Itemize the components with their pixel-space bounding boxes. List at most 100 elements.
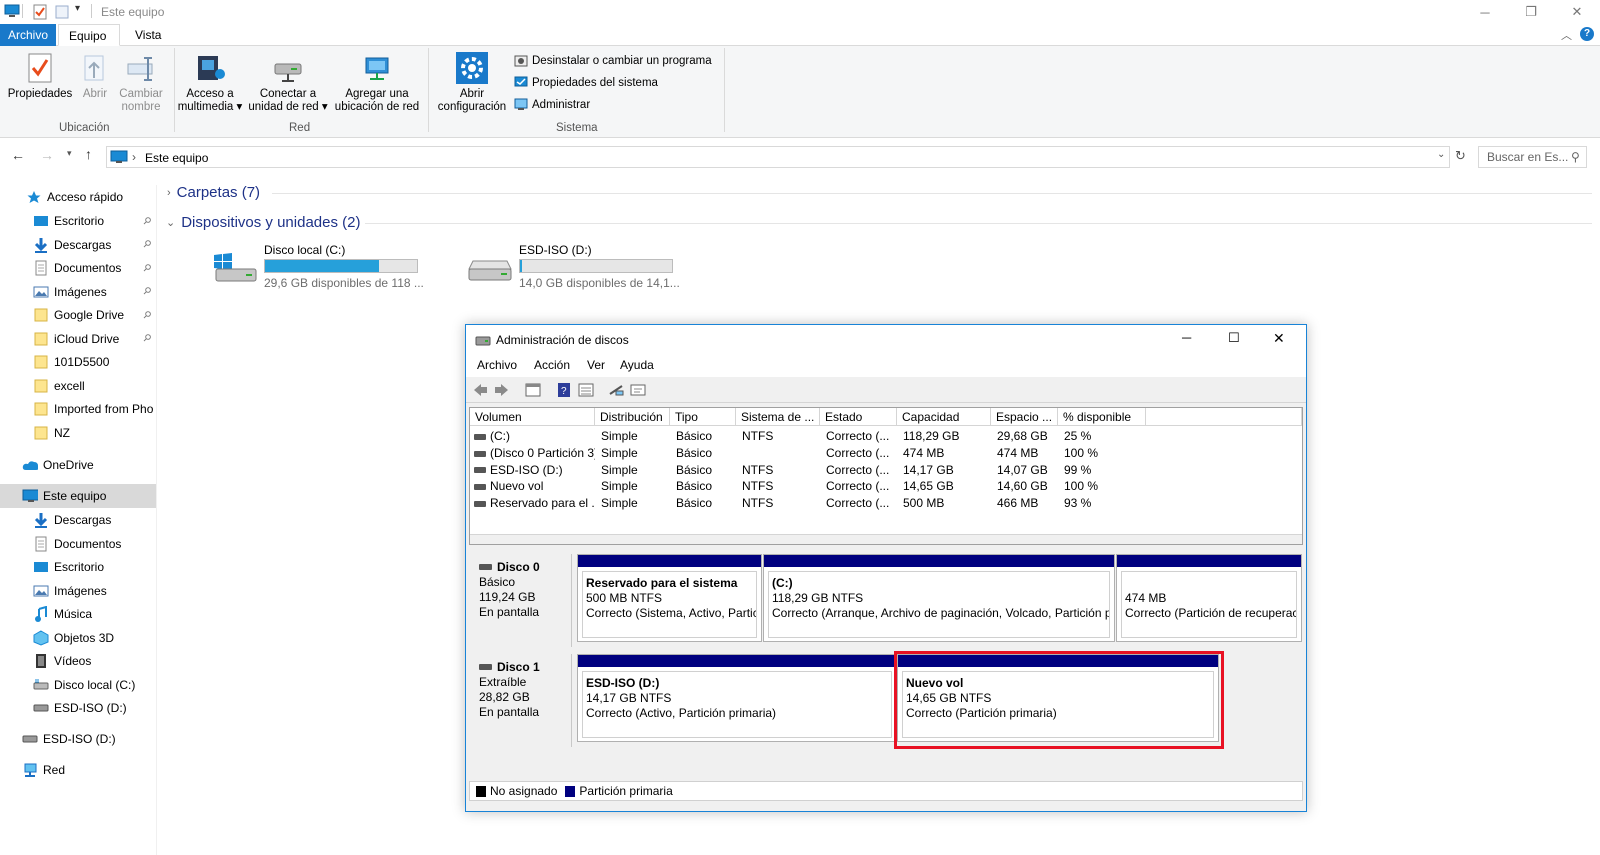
sidebar-item-descargas[interactable]: Descargas ⚲: [0, 233, 156, 257]
sidebar-item-onedrive[interactable]: OneDrive: [0, 453, 156, 477]
back-arrow-icon[interactable]: ←: [11, 147, 25, 163]
sidebar-item-google-drive[interactable]: Google Drive ⚲: [0, 303, 156, 327]
cambiar-nombre-button[interactable]: Cambiar nombre: [116, 52, 166, 114]
disk-0-header[interactable]: Disco 0 Básico 119,24 GB En pantalla: [474, 554, 572, 647]
pin-icon[interactable]: ⚲: [140, 332, 153, 345]
recent-locations-icon[interactable]: ▾: [67, 148, 72, 159]
administrar-button[interactable]: Administrar: [514, 96, 590, 114]
table-row[interactable]: (Disco 0 Partición 3) Simple Básico Correct…: [470, 445, 1302, 462]
close-button[interactable]: ✕: [1554, 0, 1600, 24]
sidebar-item-pc-documentos[interactable]: Documentos: [0, 532, 156, 556]
sidebar-item-pc-objetos-3d[interactable]: Objetos 3D: [0, 626, 156, 650]
breadcrumb-chevron-icon[interactable]: ›: [132, 150, 136, 164]
properties-list-icon[interactable]: [578, 382, 594, 398]
partition-reservado[interactable]: Reservado para el sistema 500 MB NTFS Co…: [577, 554, 762, 642]
menu-accion[interactable]: Acción: [534, 358, 570, 372]
column-header[interactable]: Tipo: [670, 408, 736, 426]
disk-management-window[interactable]: Administración de discos ─ ☐ ✕ Archivo A…: [465, 324, 1307, 812]
address-box[interactable]: › Este equipo ⌄: [106, 146, 1450, 168]
sidebar-item-pc-disco-local-c[interactable]: Disco local (C:): [0, 673, 156, 697]
search-input[interactable]: Buscar en Es... ⚲: [1478, 146, 1587, 168]
table-row[interactable]: ESD-ISO (D:) Simple Básico NTFS Correcto (..…: [470, 462, 1302, 479]
sidebar-item-documentos[interactable]: Documentos ⚲: [0, 256, 156, 280]
sidebar-item-esd-iso[interactable]: ESD-ISO (D:): [0, 727, 156, 751]
disk-1-header[interactable]: Disco 1 Extraíble 28,82 GB En pantalla: [474, 654, 572, 747]
agregar-ubicacion-red-button[interactable]: Agregar una ubicación de red: [332, 52, 422, 114]
pin-icon[interactable]: ⚲: [140, 309, 153, 322]
properties-quick-icon[interactable]: [33, 4, 47, 20]
sidebar-item-imagenes[interactable]: Imágenes ⚲: [0, 280, 156, 304]
propiedades-button[interactable]: Propiedades: [6, 52, 74, 101]
abrir-configuracion-button[interactable]: Abrir configuración: [434, 52, 510, 114]
column-header[interactable]: Espacio ...: [991, 408, 1058, 426]
sidebar-item-este-equipo[interactable]: Este equipo: [0, 484, 156, 508]
propiedades-sistema-button[interactable]: Propiedades del sistema: [514, 74, 658, 92]
address-dropdown-icon[interactable]: ⌄: [1437, 149, 1445, 160]
partition-c[interactable]: (C:) 118,29 GB NTFS Correcto (Arranque, …: [763, 554, 1115, 642]
breadcrumb-este-equipo[interactable]: Este equipo: [145, 151, 208, 165]
conectar-unidad-red-button[interactable]: Conectar a unidad de red ▾: [246, 52, 330, 114]
sidebar-item-pc-descargas[interactable]: Descargas: [0, 508, 156, 532]
column-header[interactable]: Volumen: [470, 408, 595, 426]
sidebar-item-excell[interactable]: excell: [0, 374, 156, 398]
minimize-button[interactable]: ─: [1462, 0, 1508, 24]
view-icon[interactable]: [630, 382, 646, 398]
tab-archivo[interactable]: Archivo: [0, 24, 56, 46]
devices-section-header[interactable]: ⌄ Dispositivos y unidades (2): [166, 214, 360, 231]
folders-section-header[interactable]: › Carpetas (7): [167, 184, 260, 201]
table-row[interactable]: Reservado para el ... Simple Básico NTFS Cor…: [470, 495, 1302, 512]
forward-icon[interactable]: [494, 382, 510, 398]
computer-icon[interactable]: [4, 4, 20, 20]
drive-c[interactable]: Disco local (C:) 29,6 GB disponibles de …: [212, 243, 428, 291]
sidebar-item-pc-imagenes[interactable]: Imágenes: [0, 579, 156, 603]
connect-icon[interactable]: [608, 382, 624, 398]
list-scrollbar[interactable]: [470, 534, 1302, 544]
sidebar-item-icloud-drive[interactable]: iCloud Drive ⚲: [0, 327, 156, 351]
partition-recovery[interactable]: 474 MB Correcto (Partición de recuperac: [1116, 554, 1302, 642]
pin-icon[interactable]: ⚲: [140, 285, 153, 298]
partition-esd-iso[interactable]: ESD-ISO (D:) 14,17 GB NTFS Correcto (Act…: [577, 654, 897, 742]
help-book-icon[interactable]: ?: [556, 382, 572, 398]
dm-minimize-button[interactable]: ─: [1182, 330, 1191, 345]
up-arrow-icon[interactable]: ↑: [85, 146, 92, 162]
table-row[interactable]: Nuevo vol Simple Básico NTFS Correcto (... 14…: [470, 478, 1302, 495]
table-row[interactable]: (C:) Simple Básico NTFS Correcto (... 118,29 …: [470, 428, 1302, 445]
sidebar-item-acceso-rapido[interactable]: Acceso rápido: [0, 185, 156, 209]
sidebar-item-pc-esd-iso-d[interactable]: ESD-ISO (D:): [0, 696, 156, 720]
drive-d[interactable]: ESD-ISO (D:) 14,0 GB disponibles de 14,1…: [467, 243, 683, 291]
dm-close-button[interactable]: ✕: [1273, 330, 1285, 347]
acceso-multimedia-button[interactable]: Acceso a multimedia ▾: [176, 52, 244, 114]
customize-toolbar-icon[interactable]: ▾: [75, 3, 80, 19]
sidebar-item-101d5500[interactable]: 101D5500: [0, 350, 156, 374]
menu-ayuda[interactable]: Ayuda: [620, 358, 654, 372]
column-header[interactable]: Distribución: [595, 408, 670, 426]
menu-ver[interactable]: Ver: [587, 358, 605, 372]
column-header[interactable]: Estado: [820, 408, 897, 426]
refresh-icon[interactable]: ↻: [1455, 148, 1466, 164]
sidebar-item-pc-escritorio[interactable]: Escritorio: [0, 555, 156, 579]
menu-archivo[interactable]: Archivo: [477, 358, 517, 372]
pin-icon[interactable]: ⚲: [140, 215, 153, 228]
sidebar-item-pc-musica[interactable]: Música: [0, 602, 156, 626]
forward-arrow-icon[interactable]: →: [40, 147, 54, 163]
collapse-ribbon-icon[interactable]: ︿: [1561, 27, 1572, 43]
sidebar-item-red[interactable]: Red: [0, 758, 156, 782]
help-icon[interactable]: ?: [1580, 27, 1594, 41]
column-header[interactable]: Capacidad: [897, 408, 991, 426]
pin-icon[interactable]: ⚲: [140, 262, 153, 275]
abrir-button[interactable]: Abrir: [78, 52, 112, 101]
sidebar-item-imported-from-pho[interactable]: Imported from Pho: [0, 397, 156, 421]
new-folder-quick-icon[interactable]: [55, 4, 69, 20]
tab-equipo[interactable]: Equipo: [58, 24, 120, 46]
sidebar-item-pc-videos[interactable]: Vídeos: [0, 649, 156, 673]
column-header[interactable]: % disponible: [1058, 408, 1146, 426]
sidebar-item-escritorio[interactable]: Escritorio ⚲: [0, 209, 156, 233]
console-tree-icon[interactable]: [525, 382, 541, 398]
desinstalar-programa-button[interactable]: Desinstalar o cambiar un programa: [514, 52, 712, 70]
dm-maximize-button[interactable]: ☐: [1228, 330, 1240, 346]
sidebar-item-nz[interactable]: NZ: [0, 421, 156, 445]
restore-button[interactable]: ❐: [1508, 0, 1554, 24]
pin-icon[interactable]: ⚲: [140, 238, 153, 251]
tab-vista[interactable]: Vista: [125, 24, 171, 46]
back-icon[interactable]: [472, 382, 488, 398]
